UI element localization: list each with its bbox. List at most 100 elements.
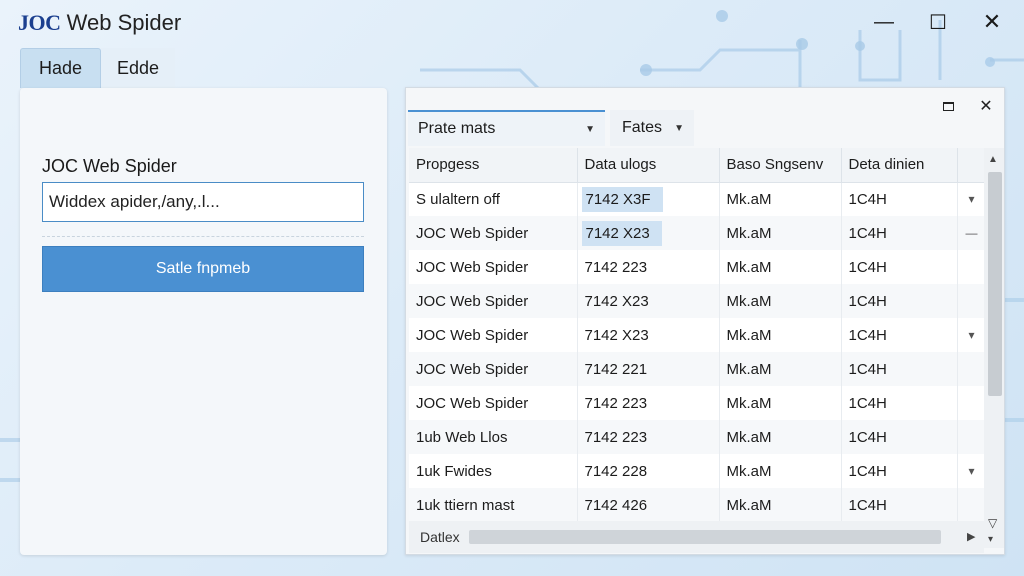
cell-deta: 1C4H	[841, 386, 958, 420]
dropdown-prate-mats[interactable]: Prate mats ▼	[408, 110, 605, 146]
cell-deta: 1C4H	[841, 420, 958, 454]
cell-progress: JOC Web Spider	[409, 386, 578, 420]
table-row[interactable]: JOC Web Spider 7142 221 Mk.aM 1C4H	[409, 352, 986, 386]
table-row[interactable]: JOC Web Spider 7142 X23 Mk.aM 1C4H —	[409, 216, 986, 250]
horizontal-scroll-thumb[interactable]	[469, 530, 941, 544]
row-menu-icon[interactable]	[957, 284, 986, 318]
column-header[interactable]: Deta dinien	[841, 148, 958, 183]
cell-baso: Mk.aM	[719, 488, 842, 521]
tab-label: Edde	[116, 57, 160, 78]
restore-button[interactable]	[936, 94, 960, 118]
cell-deta: 1C4H	[841, 216, 958, 250]
restore-icon	[942, 101, 954, 111]
tab-edde[interactable]: Edde	[101, 48, 175, 88]
row-menu-icon[interactable]: ▾	[957, 182, 986, 216]
cell-baso: Mk.aM	[719, 182, 842, 216]
panel-heading: JOC Web Spider	[42, 156, 177, 176]
cell-progress: 1uk ttiern mast	[409, 488, 578, 521]
table-row[interactable]: JOC Web Spider 7142 223 Mk.aM 1C4H	[409, 386, 986, 420]
cell-progress: 1uk Fwides	[409, 454, 578, 488]
row-menu-icon[interactable]: ▾	[957, 318, 986, 352]
cell-data-logs: 7142 X23	[577, 216, 720, 250]
table-row[interactable]: JOC Web Spider 7142 X23 Mk.aM 1C4H ▾	[409, 318, 986, 352]
cell-data-logs: 7142 X3F	[577, 182, 720, 216]
scroll-down-icon[interactable]: ▾	[988, 534, 993, 545]
row-menu-icon[interactable]	[957, 386, 986, 420]
row-menu-icon[interactable]: —	[957, 216, 986, 250]
cell-progress: 1ub Web Llos	[409, 420, 578, 454]
cell-deta: 1C4H	[841, 250, 958, 284]
minimize-icon: —	[874, 10, 894, 33]
url-input[interactable]	[42, 182, 364, 222]
close-button[interactable]: ✕	[977, 8, 1007, 36]
cell-data-logs: 7142 223	[577, 250, 720, 284]
row-menu-icon[interactable]: ▾	[957, 454, 986, 488]
primary-action-button[interactable]: Satle fnpmeb	[42, 246, 364, 292]
table-row[interactable]: 1uk Fwides 7142 228 Mk.aM 1C4H ▾	[409, 454, 986, 488]
cell-progress: JOC Web Spider	[409, 318, 578, 352]
cell-baso: Mk.aM	[719, 284, 842, 318]
row-menu-icon[interactable]	[957, 420, 986, 454]
cell-data-logs: 7142 228	[577, 454, 720, 488]
table-header-row: Propgess Data ulogs Baso Sngsenv Deta di…	[409, 148, 986, 183]
maximize-button[interactable]: ☐	[923, 8, 953, 36]
column-header[interactable]: Propgess	[409, 148, 578, 183]
row-menu-icon[interactable]	[957, 352, 986, 386]
tab-label: Hade	[38, 58, 83, 78]
cell-progress: JOC Web Spider	[409, 216, 578, 250]
scroll-down-outline-icon[interactable]: ▽	[988, 516, 997, 530]
app-title-brand: JOC	[18, 10, 61, 35]
cell-baso: Mk.aM	[719, 420, 842, 454]
cell-data-logs: 7142 221	[577, 352, 720, 386]
cell-baso: Mk.aM	[719, 352, 842, 386]
cell-deta: 1C4H	[841, 488, 958, 521]
column-header[interactable]: Data ulogs	[577, 148, 720, 183]
divider	[42, 236, 364, 237]
cell-text: 7142 X23	[581, 220, 662, 246]
cell-data-logs: 7142 223	[577, 420, 720, 454]
data-table: Propgess Data ulogs Baso Sngsenv Deta di…	[409, 148, 986, 521]
table-row[interactable]: JOC Web Spider 7142 223 Mk.aM 1C4H	[409, 250, 986, 284]
cell-progress: JOC Web Spider	[409, 250, 578, 284]
cell-data-logs: 7142 223	[577, 386, 720, 420]
tab-hade[interactable]: Hade	[20, 48, 101, 88]
app-title-text: Web Spider	[60, 10, 182, 35]
caret-down-icon: ▼	[674, 122, 684, 134]
cell-deta: 1C4H	[841, 352, 958, 386]
title-bar: JOC Web Spider — ☐ ✕	[0, 0, 1024, 44]
cell-data-logs: 7142 426	[577, 488, 720, 521]
row-menu-icon[interactable]	[957, 250, 986, 284]
close-icon: ✕	[982, 9, 1002, 34]
panel-close-button[interactable]: ✕	[974, 94, 998, 118]
scroll-right-icon[interactable]: ▶	[967, 530, 975, 543]
data-table-wrap: Propgess Data ulogs Baso Sngsenv Deta di…	[409, 148, 986, 521]
cell-data-logs: 7142 X23	[577, 318, 720, 352]
column-header-spacer	[957, 148, 986, 183]
table-row[interactable]: S ulaltern off 7142 X3F Mk.aM 1C4H ▾	[409, 182, 986, 216]
cell-progress: JOC Web Spider	[409, 284, 578, 318]
cell-baso: Mk.aM	[719, 454, 842, 488]
results-panel: ✕ Prate mats ▼ Fates ▼ Propgess Data ulo…	[405, 87, 1005, 555]
cell-progress: JOC Web Spider	[409, 352, 578, 386]
dropdown-fates[interactable]: Fates ▼	[610, 110, 694, 146]
scroll-thumb[interactable]	[988, 172, 1002, 396]
app-title: JOC Web Spider	[18, 10, 181, 36]
dropdown-label: Prate mats	[418, 120, 496, 137]
table-row[interactable]: JOC Web Spider 7142 X23 Mk.aM 1C4H	[409, 284, 986, 318]
cell-baso: Mk.aM	[719, 250, 842, 284]
cell-baso: Mk.aM	[719, 318, 842, 352]
scroll-up-icon[interactable]: ▲	[988, 154, 998, 165]
vertical-scrollbar[interactable]: ▲ ▽ ▾	[984, 148, 1004, 548]
cell-baso: Mk.aM	[719, 386, 842, 420]
table-row[interactable]: 1uk ttiern mast 7142 426 Mk.aM 1C4H	[409, 488, 986, 521]
row-menu-icon[interactable]	[957, 488, 986, 521]
horizontal-scrollbar[interactable]: Datlex ▶	[409, 521, 984, 553]
cell-deta: 1C4H	[841, 182, 958, 216]
cell-deta: 1C4H	[841, 454, 958, 488]
table-row[interactable]: 1ub Web Llos 7142 223 Mk.aM 1C4H	[409, 420, 986, 454]
minimize-button[interactable]: —	[869, 8, 899, 36]
status-label: Datlex	[420, 529, 460, 545]
maximize-icon: ☐	[929, 11, 947, 34]
cell-text: 7142 X3F	[581, 186, 663, 212]
column-header[interactable]: Baso Sngsenv	[719, 148, 842, 183]
